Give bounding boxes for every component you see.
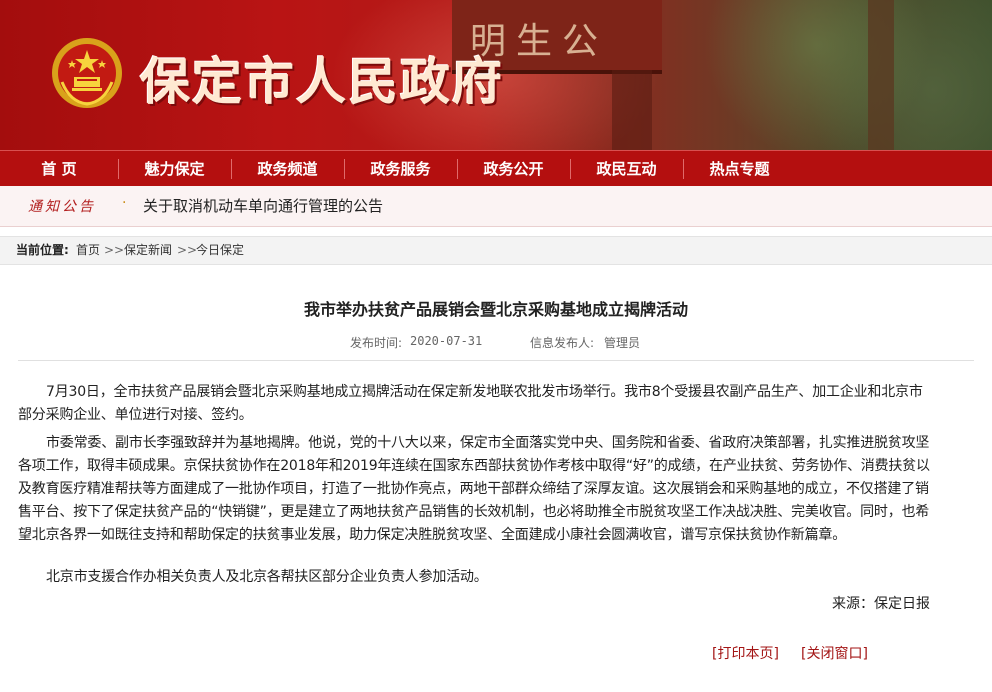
main-nav: 首 页 魅力保定 政务频道 政务服务 政务公开 政民互动 热点专题 <box>0 150 992 187</box>
breadcrumb-home[interactable]: 首页 <box>76 237 100 264</box>
nav-hot-topics[interactable]: 热点专题 <box>683 151 796 187</box>
breadcrumb-today-baoding[interactable]: 今日保定 <box>196 237 244 264</box>
breadcrumb-separator: >> <box>104 243 125 257</box>
notice-label: 通知公告 <box>28 199 96 215</box>
nav-government-disclosure[interactable]: 政务公开 <box>457 151 570 187</box>
article-paragraph: 市委常委、副市长李强致辞并为基地揭牌。他说，党的十八大以来，保定市全面落实党中央… <box>18 435 930 543</box>
article-title: 我市举办扶贫产品展销会暨北京采购基地成立揭牌活动 <box>303 300 688 319</box>
notice-bullet: · <box>122 195 127 211</box>
nav-public-interaction[interactable]: 政民互动 <box>570 151 683 187</box>
article-paragraph: 7月30日，全市扶贫产品展销会暨北京采购基地成立揭牌活动在保定新发地联农批发市场… <box>18 384 923 423</box>
publish-date-label: 发布时间: <box>350 336 403 350</box>
nav-charm-baoding[interactable]: 魅力保定 <box>118 151 231 187</box>
notice-link[interactable]: 关于取消机动车单向通行管理的公告 <box>143 195 383 216</box>
close-window-label: 关闭窗口 <box>806 646 863 662</box>
breadcrumb-label: 当前位置: <box>16 243 69 257</box>
print-page-button[interactable]: [打印本页] <box>712 643 779 663</box>
site-title: 保定市人民政府 <box>140 52 504 111</box>
divider <box>18 360 974 361</box>
nav-government-services[interactable]: 政务服务 <box>344 151 457 187</box>
banner-tree-trunk <box>868 0 894 150</box>
banner-pillar <box>612 70 652 150</box>
article-source: 来源：保定日报 <box>832 596 930 612</box>
publisher-name: 管理员 <box>604 336 641 350</box>
nav-home[interactable]: 首 页 <box>0 151 118 187</box>
breadcrumb-separator: >> <box>177 243 198 257</box>
article-paragraph: 北京市支援合作办相关负责人及北京各帮扶区部分企业负责人参加活动。 <box>46 569 488 585</box>
banner-trees-image <box>700 0 992 150</box>
nav-government-channel[interactable]: 政务频道 <box>231 151 344 187</box>
close-window-button[interactable]: [关闭窗口] <box>801 643 868 663</box>
breadcrumb: 当前位置: 首页 >> 保定新闻 >> 今日保定 <box>0 236 992 265</box>
breadcrumb-baoding-news[interactable]: 保定新闻 <box>124 237 172 264</box>
bracket-close: ] <box>862 646 868 662</box>
bracket-close: ] <box>773 646 779 662</box>
print-page-label: 打印本页 <box>717 646 774 662</box>
publish-date: 2020-07-31 <box>410 334 483 348</box>
national-emblem-icon <box>52 38 122 108</box>
header-banner: 明生公 保定市人民政府 <box>0 0 992 150</box>
publisher-label: 信息发布人: <box>530 336 595 350</box>
notice-bar: 通知公告 · 关于取消机动车单向通行管理的公告 <box>0 186 992 227</box>
